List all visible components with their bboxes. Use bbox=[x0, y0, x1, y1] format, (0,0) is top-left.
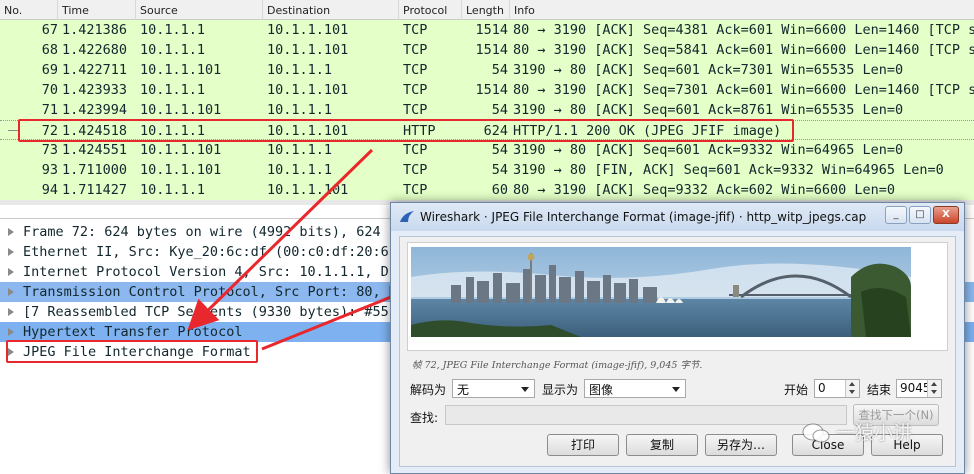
image-view bbox=[407, 242, 948, 351]
decode-as-select[interactable]: 无 bbox=[452, 379, 535, 398]
window-close-button[interactable]: X bbox=[933, 206, 959, 224]
show-as-select[interactable]: 图像 bbox=[584, 379, 686, 398]
show-as-label: 显示为 bbox=[542, 383, 579, 397]
wireshark-fin-icon bbox=[400, 211, 414, 222]
start-spinbox[interactable]: 0 bbox=[814, 379, 860, 398]
packet-row[interactable]: 73 1.424551 10.1.1.101 10.1.1.1 TCP 54 3190 → … bbox=[0, 140, 974, 160]
copy-button[interactable]: 复制 bbox=[626, 434, 698, 456]
packet-list[interactable]: No. Time Source Destination Protocol Len… bbox=[0, 0, 974, 205]
packet-row[interactable]: 69 1.422711 10.1.1.101 10.1.1.1 TCP 54 3190 → … bbox=[0, 60, 974, 80]
save-as-button[interactable]: 另存为… bbox=[705, 434, 777, 456]
expand-arrow-icon[interactable] bbox=[8, 288, 14, 296]
dialog-title: Wireshark · JPEG File Interchange Format… bbox=[420, 210, 867, 224]
column-protocol[interactable]: Protocol bbox=[403, 4, 447, 17]
start-label: 开始 bbox=[784, 383, 809, 397]
expand-arrow-icon[interactable] bbox=[8, 248, 14, 256]
annotation-highlight-packet bbox=[18, 119, 794, 142]
dialog-titlebar[interactable]: Wireshark · JPEG File Interchange Format… bbox=[391, 203, 964, 231]
annotation-highlight-jpeg bbox=[6, 340, 258, 363]
wechat-icon bbox=[802, 423, 830, 443]
sydney-skyline-image bbox=[411, 247, 911, 337]
column-source[interactable]: Source bbox=[140, 4, 178, 17]
find-label: 查找: bbox=[410, 411, 439, 425]
end-spinbox[interactable]: 9045 bbox=[896, 379, 942, 398]
chevron-down-icon bbox=[521, 387, 529, 392]
end-label: 结束 bbox=[867, 383, 892, 397]
maximize-button[interactable]: □ bbox=[909, 206, 931, 224]
print-button[interactable]: 打印 bbox=[547, 434, 619, 456]
packet-row[interactable]: 71 1.423994 10.1.1.101 10.1.1.1 TCP 54 3190 → … bbox=[0, 100, 974, 120]
column-time[interactable]: Time bbox=[62, 4, 89, 17]
packet-row[interactable]: 68 1.422680 10.1.1.1 10.1.1.101 TCP 1514 80 → … bbox=[0, 40, 974, 60]
packet-row[interactable]: 67 1.421386 10.1.1.1 10.1.1.101 TCP 1514 80 → … bbox=[0, 20, 974, 40]
image-caption: 帧 72, JPEG File Interchange Format (imag… bbox=[412, 360, 703, 371]
selected-marker-line bbox=[8, 130, 18, 131]
decode-as-label: 解码为 bbox=[410, 383, 447, 397]
column-length[interactable]: Length bbox=[466, 4, 504, 17]
minimize-button[interactable]: _ bbox=[885, 206, 907, 224]
column-info[interactable]: Info bbox=[514, 4, 535, 17]
column-destination[interactable]: Destination bbox=[267, 4, 330, 17]
packet-row[interactable]: 94 1.711427 10.1.1.1 10.1.1.101 TCP 60 80 → 31… bbox=[0, 180, 974, 200]
column-no[interactable]: No. bbox=[4, 4, 22, 17]
spinner-arrows-icon[interactable] bbox=[845, 380, 859, 397]
packet-list-header: No. Time Source Destination Protocol Len… bbox=[0, 0, 974, 20]
packet-row[interactable]: 70 1.423933 10.1.1.1 10.1.1.101 TCP 1514 80 → … bbox=[0, 80, 974, 100]
chevron-down-icon bbox=[672, 387, 680, 392]
spinner-arrows-icon[interactable] bbox=[927, 380, 941, 397]
expand-arrow-icon[interactable] bbox=[8, 308, 14, 316]
expand-arrow-icon[interactable] bbox=[8, 228, 14, 236]
watermark-text: 一猿小讲 bbox=[836, 422, 913, 444]
find-input[interactable] bbox=[445, 405, 847, 425]
expand-arrow-icon[interactable] bbox=[8, 268, 14, 276]
packet-row[interactable]: 93 1.711000 10.1.1.101 10.1.1.1 TCP 54 3190 → … bbox=[0, 160, 974, 180]
expand-arrow-icon[interactable] bbox=[8, 328, 14, 336]
